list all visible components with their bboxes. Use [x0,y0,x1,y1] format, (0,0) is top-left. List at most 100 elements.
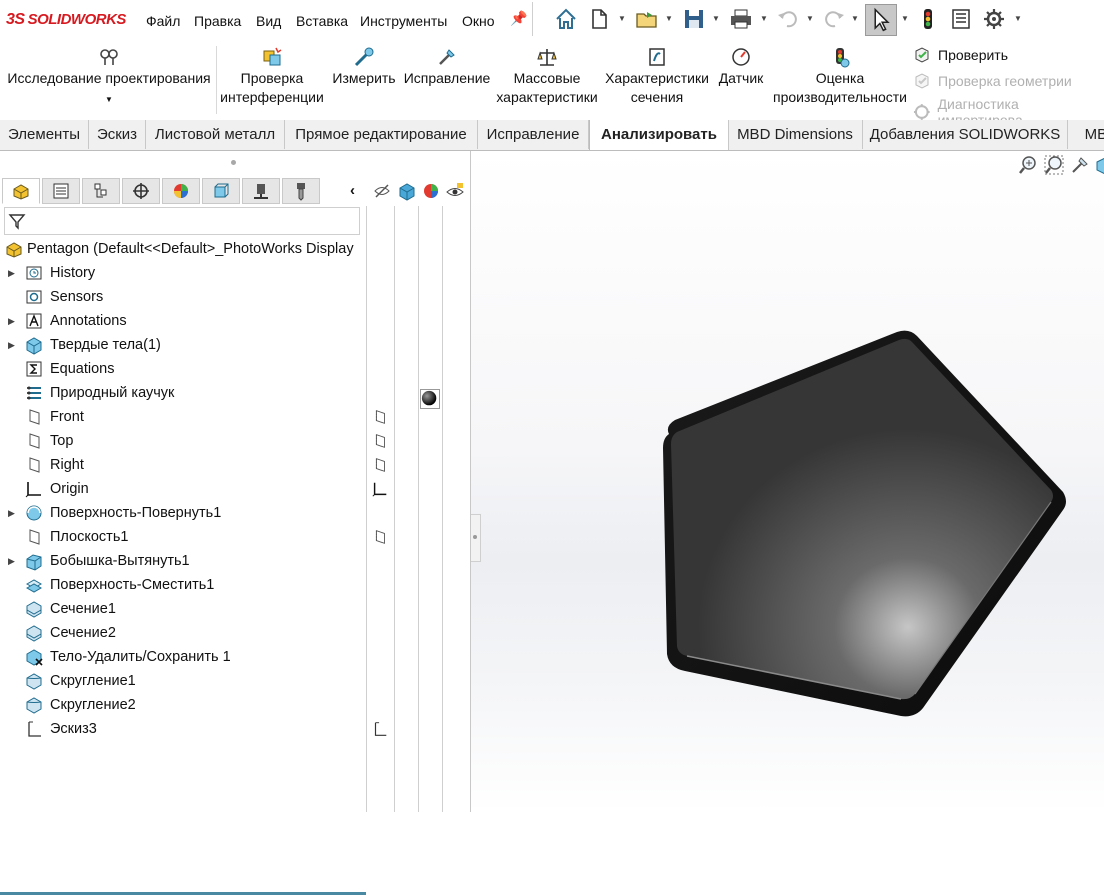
tree-item-history[interactable]: ▶ History [0,261,366,285]
motion-tab[interactable] [242,178,280,204]
performance-evaluation-button[interactable]: Оценка производительности [770,45,910,107]
redo-dropdown-icon[interactable]: ▼ [851,14,859,23]
plane-visibility-icon[interactable] [371,432,389,450]
tree-item-surface-offset1[interactable]: Поверхность-Сместить1 [0,573,366,597]
zoom-to-fit-icon[interactable] [1017,154,1039,176]
tree-item-material[interactable]: Природный каучук [0,381,366,405]
origin-visibility-icon[interactable] [371,480,389,498]
tree-item-boss-extrude1[interactable]: ▶ Бобышка-Вытянуть1 [0,549,366,573]
scene-eye-icon[interactable] [445,181,465,201]
undo-icon[interactable] [775,6,801,32]
cam-tab[interactable] [202,178,240,204]
design-study-button[interactable]: Исследование проектирования ▼ [6,45,212,106]
graphics-area[interactable] [471,151,1104,812]
menu-edit[interactable]: Правка [194,13,241,29]
save-dropdown-icon[interactable]: ▼ [712,14,720,23]
collapse-panel-handle[interactable] [471,514,481,562]
sketch-visibility-icon[interactable] [371,720,389,738]
configuration-manager-tab[interactable] [82,178,120,204]
plane-visibility-icon[interactable] [371,456,389,474]
display-manager-tab[interactable] [162,178,200,204]
plane-visibility-icon[interactable] [371,528,389,546]
pin-menu-icon[interactable]: 📌 [510,10,527,27]
tree-item-body-delete-keep1[interactable]: Тело-Удалить/Сохранить 1 [0,645,366,669]
tab-sheet-metal[interactable]: Листовой металл [146,120,285,149]
tree-item-section1[interactable]: Сечение1 [0,597,366,621]
tree-item-surface-revolve1[interactable]: ▶ Поверхность-Повернуть1 [0,501,366,525]
tab-sketch[interactable]: Эскиз [89,120,146,149]
section-view-icon[interactable] [1093,154,1104,176]
sensor-button[interactable]: Датчик [714,45,768,88]
new-dropdown-icon[interactable]: ▼ [618,14,626,23]
menu-view[interactable]: Вид [256,13,281,29]
tree-item-sensors[interactable]: Sensors [0,285,366,309]
fix-button[interactable]: Исправление [402,45,492,88]
open-folder-icon[interactable] [634,6,660,32]
tab-direct-editing[interactable]: Прямое редактирование [285,120,478,149]
options-gear-icon[interactable] [981,6,1007,32]
open-dropdown-icon[interactable]: ▼ [665,14,673,23]
tab-solidworks-addins[interactable]: Добавления SOLIDWORKS [863,120,1068,149]
tree-item-fillet2[interactable]: Скругление2 [0,693,366,717]
chevron-left-icon[interactable]: ‹ [350,182,355,199]
check-button[interactable]: Проверить [912,45,1008,65]
tree-item-plane1[interactable]: Плоскость1 [0,525,366,549]
select-cursor-icon[interactable] [865,4,897,36]
hide-show-items-icon[interactable] [372,181,392,201]
expand-arrow-icon[interactable]: ▶ [8,333,15,357]
print-icon[interactable] [728,6,754,32]
save-icon[interactable] [681,6,707,32]
tab-features[interactable]: Элементы [0,120,89,149]
property-manager-tab[interactable] [42,178,80,204]
expand-arrow-icon[interactable]: ▶ [8,309,15,333]
undo-dropdown-icon[interactable]: ▼ [806,14,814,23]
blue-cube-icon[interactable] [397,181,417,201]
plane-visibility-icon[interactable] [371,408,389,426]
menu-tools[interactable]: Инструменты [360,13,447,29]
design-study-dropdown-icon[interactable]: ▼ [6,94,212,106]
tab-mbd[interactable]: MBI [1068,120,1104,149]
menu-file[interactable]: Файл [146,13,180,29]
menu-window[interactable]: Окно [462,13,495,29]
print-dropdown-icon[interactable]: ▼ [760,14,768,23]
file-properties-icon[interactable] [948,6,974,32]
tree-item-front-plane[interactable]: Front [0,405,366,429]
solidworks-logo[interactable]: 3S SOLIDWORKS [6,11,126,29]
tree-item-fillet1[interactable]: Скругление1 [0,669,366,693]
redo-icon[interactable] [821,6,847,32]
new-document-icon[interactable] [586,6,612,32]
expand-arrow-icon[interactable]: ▶ [8,261,15,285]
appearance-ball-icon[interactable] [421,181,441,201]
display-state-black-ball-icon[interactable] [420,389,440,409]
tab-fix[interactable]: Исправление [478,120,589,149]
tree-item-origin[interactable]: Origin [0,477,366,501]
panel-splitter-handle[interactable] [231,160,236,165]
mass-properties-button[interactable]: Массовые характеристики [494,45,600,107]
expand-arrow-icon[interactable]: ▶ [8,501,15,525]
expand-arrow-icon[interactable]: ▶ [8,549,15,573]
feature-manager-tab[interactable] [2,178,40,204]
interference-check-button[interactable]: Проверка интерференции [218,45,326,107]
options-dropdown-icon[interactable]: ▼ [1014,14,1022,23]
select-dropdown-icon[interactable]: ▼ [901,14,909,23]
pentagon-3d-model[interactable] [661,326,1071,731]
home-icon[interactable] [553,6,579,32]
feature-tree-filter[interactable] [4,207,360,235]
tool-tab[interactable] [282,178,320,204]
tree-item-solid-bodies[interactable]: ▶ Твердые тела(1) [0,333,366,357]
tree-item-sketch3[interactable]: Эскиз3 [0,717,366,741]
zoom-to-area-icon[interactable] [1043,154,1065,176]
section-properties-button[interactable]: Характеристики сечения [603,45,711,107]
measure-button[interactable]: Измерить [330,45,398,88]
geometry-check-button[interactable]: Проверка геометрии [912,71,1072,91]
dimxpert-tab[interactable] [122,178,160,204]
tree-root-part[interactable]: Pentagon (Default<<Default>_PhotoWorks D… [0,237,366,261]
tree-item-annotations[interactable]: ▶ Annotations [0,309,366,333]
rebuild-traffic-light-icon[interactable] [915,6,941,32]
menu-insert[interactable]: Вставка [296,13,348,29]
tab-mbd-dimensions[interactable]: MBD Dimensions [728,120,863,149]
tree-item-section2[interactable]: Сечение2 [0,621,366,645]
tree-item-equations[interactable]: Equations [0,357,366,381]
tree-item-top-plane[interactable]: Top [0,429,366,453]
tree-item-right-plane[interactable]: Right [0,453,366,477]
